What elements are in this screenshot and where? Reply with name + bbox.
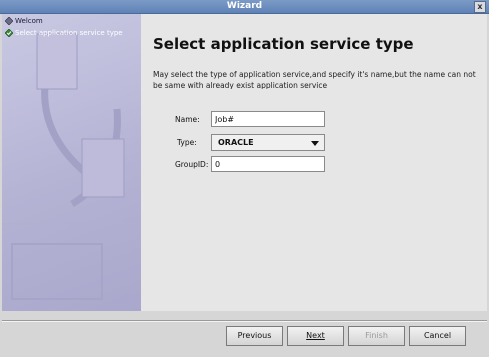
sidebar-item-select-type[interactable]: Select application service type <box>5 27 141 39</box>
type-label: Type: <box>177 138 197 147</box>
chevron-down-icon[interactable] <box>311 141 319 146</box>
cancel-button-label: Cancel <box>423 331 452 340</box>
cancel-button[interactable]: Cancel <box>409 326 466 346</box>
page-title: Select application service type <box>153 35 414 53</box>
finish-button[interactable]: Finish <box>348 326 405 346</box>
groupid-label: GroupID: <box>175 160 209 169</box>
finish-button-label: Finish <box>365 331 388 340</box>
diamond-icon <box>5 17 13 25</box>
sidebar-illustration <box>2 33 141 300</box>
sidebar-item-welcome[interactable]: Welcom <box>5 15 141 27</box>
next-button-label: Next <box>306 331 325 340</box>
wizard-sidebar: Welcom Select application service type <box>2 14 141 311</box>
name-label: Name: <box>175 115 200 124</box>
previous-button-label: Previous <box>237 331 272 340</box>
wizard-frame: Welcom Select application service type S… <box>2 14 487 355</box>
type-select[interactable]: ORACLE <box>211 134 325 151</box>
button-bar-divider <box>2 320 487 322</box>
sidebar-item-label: Welcom <box>15 17 43 25</box>
name-field[interactable] <box>211 111 325 127</box>
checked-diamond-icon <box>5 29 13 37</box>
window-titlebar[interactable]: Wizard x <box>0 0 489 14</box>
previous-button[interactable]: Previous <box>226 326 283 346</box>
window-title: Wizard <box>226 1 263 11</box>
sidebar-item-label: Select application service type <box>15 29 123 37</box>
wizard-content: Select application service type May sele… <box>141 14 487 311</box>
page-description: May select the type of application servi… <box>153 70 476 89</box>
next-button[interactable]: Next <box>287 326 344 346</box>
type-select-value: ORACLE <box>218 138 254 147</box>
close-icon[interactable]: x <box>474 1 486 13</box>
groupid-field[interactable] <box>211 156 325 172</box>
